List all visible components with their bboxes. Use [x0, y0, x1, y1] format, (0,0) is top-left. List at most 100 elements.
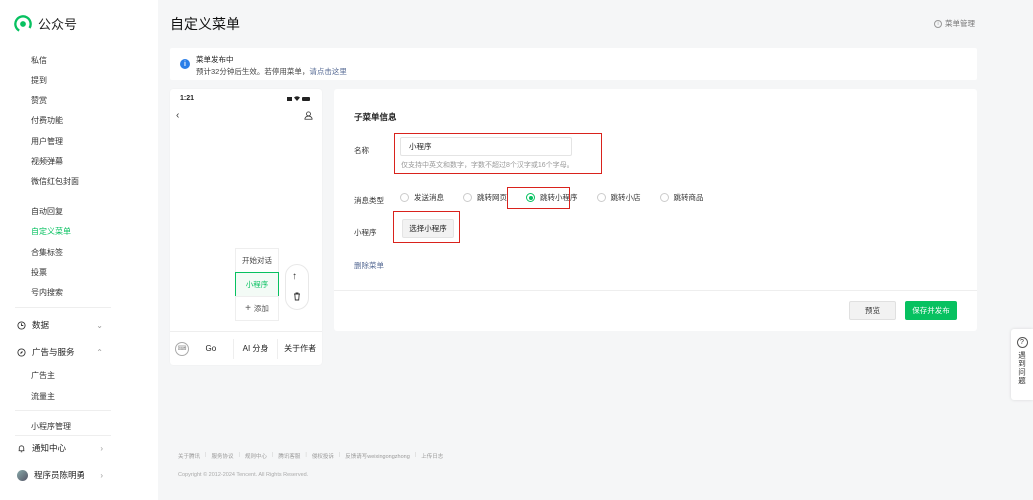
- page-title: 自定义菜单: [170, 16, 240, 32]
- footer-link[interactable]: 关于腾讯: [178, 452, 200, 460]
- footer-separator: |: [305, 452, 307, 458]
- sidebar-item-in-account-search[interactable]: 号内搜索: [31, 287, 63, 298]
- phone-menu-bar: ⌨ Go AI 分身 关于作者: [170, 331, 322, 365]
- phone-time: 1:21: [180, 95, 195, 102]
- radio-jump-shop[interactable]: 跳转小店: [596, 192, 641, 203]
- sidebar-item-rewards[interactable]: 赞赏: [31, 95, 47, 106]
- section-title: 子菜单信息: [354, 112, 397, 122]
- question-icon: ?: [1016, 337, 1028, 348]
- message-type-label: 消息类型: [354, 196, 384, 205]
- radio-label: 发送消息: [414, 193, 444, 202]
- sidebar-item-user-management[interactable]: 用户管理: [31, 136, 63, 147]
- footer-link[interactable]: 侵权投诉: [312, 452, 334, 460]
- radio-circle: [463, 193, 472, 202]
- submenu-list: 开始对话 小程序 + 添加: [235, 248, 279, 321]
- delete-menu-link[interactable]: 删除菜单: [354, 260, 384, 271]
- signal-icon: [287, 96, 292, 101]
- sidebar-item-private-message[interactable]: 私信: [31, 55, 47, 66]
- plus-icon: +: [245, 303, 251, 314]
- add-submenu-label: 添加: [253, 304, 269, 313]
- radio-jump-webpage[interactable]: 跳转网页: [463, 192, 507, 203]
- sidebar-item-paid-features[interactable]: 付费功能: [31, 115, 63, 126]
- menu-manage-label: 菜单管理: [945, 19, 975, 28]
- sidebar-item-custom-menu[interactable]: 自定义菜单: [31, 226, 71, 237]
- wifi-icon: [294, 96, 300, 101]
- sidebar-item-mentions[interactable]: 提到: [31, 75, 47, 86]
- footer-separator: |: [271, 452, 274, 458]
- notice-desc: 预计32分钟后生效。若停用菜单，请点击这里: [196, 66, 347, 77]
- chevron-right-icon: ›: [100, 470, 103, 480]
- sidebar-item-mini-program-management[interactable]: 小程序管理: [31, 421, 71, 432]
- sidebar-group-ads[interactable]: 广告与服务 ⌃: [17, 346, 103, 358]
- sidebar-item-advertiser[interactable]: 广告主: [31, 370, 55, 381]
- sidebar-group-account[interactable]: 程序员陈明勇 ›: [17, 469, 103, 481]
- footer-link[interactable]: 服务协议: [211, 452, 233, 460]
- sidebar-item-votes[interactable]: 投票: [31, 267, 47, 278]
- app-name: 公众号: [38, 17, 78, 32]
- sidebar-item-auto-reply[interactable]: 自动回复: [31, 206, 63, 217]
- user-profile-icon[interactable]: [304, 111, 313, 120]
- radio-jump-product[interactable]: 跳转商品: [659, 192, 704, 203]
- publish-notice: i 菜单发布中 预计32分钟后生效。若停用菜单，请点击这里: [170, 48, 977, 80]
- chevron-right-icon: ›: [100, 443, 103, 453]
- menu-item-ai-avatar[interactable]: AI 分身: [232, 338, 278, 359]
- bell-icon: [18, 444, 25, 452]
- footer-link[interactable]: 上传日志: [421, 452, 443, 460]
- notice-title: 菜单发布中: [196, 55, 234, 64]
- menu-item-go[interactable]: Go: [189, 339, 233, 359]
- clock-icon: [17, 320, 26, 330]
- editor-divider: [334, 290, 977, 291]
- help-label: 遇到问题: [1017, 351, 1027, 385]
- info-icon: i: [934, 19, 942, 28]
- wechat-official-logo-icon: [14, 14, 32, 33]
- account-name: 程序员陈明勇: [34, 470, 86, 480]
- radio-label: 跳转小店: [610, 193, 641, 202]
- footer-link[interactable]: 反馈请写weixingongzhong: [345, 452, 410, 460]
- radio-label: 跳转网页: [477, 193, 507, 202]
- radio-circle: [659, 193, 669, 202]
- avatar: [17, 469, 28, 481]
- footer-separator: |: [414, 452, 417, 458]
- phone-status-bar: [287, 96, 310, 101]
- radio-send-message[interactable]: 发送消息: [400, 192, 444, 203]
- footer-link[interactable]: 规则中心: [245, 452, 267, 460]
- footer-separator: |: [205, 452, 207, 458]
- footer-link[interactable]: 腾讯客服: [278, 452, 300, 460]
- help-floating-button[interactable]: ? 遇到问题: [1011, 329, 1033, 400]
- sidebar-item-red-envelope-cover[interactable]: 微信红包封面: [31, 176, 79, 187]
- footer-links: 关于腾讯 | 服务协议 | 规则中心 | 腾讯客服 | 侵权投诉 | 反馈请写weixin…: [178, 452, 443, 460]
- preview-button[interactable]: 预览: [849, 301, 896, 320]
- chevron-down-icon: ⌄: [96, 320, 103, 330]
- radio-circle: [596, 193, 606, 202]
- sidebar-item-collection-tags[interactable]: 合集标签: [31, 247, 63, 258]
- sidebar-group-data[interactable]: 数据 ⌄: [17, 319, 103, 331]
- submenu-item-start-chat[interactable]: 开始对话: [235, 248, 279, 273]
- disable-menu-link[interactable]: 请点击这里: [309, 67, 347, 76]
- sidebar-divider: [15, 410, 111, 411]
- back-arrow-icon[interactable]: ‹: [176, 110, 179, 121]
- keyboard-icon[interactable]: ⌨: [175, 341, 189, 356]
- sidebar-item-video-comments[interactable]: 视频弹幕: [31, 156, 63, 167]
- logo[interactable]: 公众号: [14, 14, 77, 33]
- radio-circle: [400, 193, 409, 202]
- name-label: 名称: [354, 146, 369, 155]
- chevron-up-icon: ⌃: [96, 347, 103, 357]
- sidebar-group-notifications[interactable]: 通知中心 ›: [17, 442, 103, 454]
- sidebar: 公众号 私信 提到 赞赏 付费功能 用户管理 视频弹幕 微信红包封面 自动回复 …: [0, 0, 158, 500]
- sidebar-group-label: 数据: [32, 320, 50, 330]
- info-icon: i: [180, 59, 190, 69]
- sidebar-group-label: 广告与服务: [32, 347, 75, 357]
- compass-icon: [17, 347, 26, 357]
- highlight-box-mini-program-radio: [507, 187, 570, 209]
- menu-manage-link[interactable]: i 菜单管理: [934, 18, 975, 29]
- phone-preview: 1:21 ‹ 开始对话 小程序 + 添加 ↑ ⌨ Go AI 分身 关于作者: [170, 89, 322, 365]
- battery-icon: [302, 96, 310, 101]
- sidebar-item-publisher[interactable]: 流量主: [31, 391, 55, 402]
- save-publish-button[interactable]: 保存并发布: [905, 301, 957, 320]
- footer-separator: |: [238, 452, 240, 458]
- submenu-item-mini-program[interactable]: 小程序: [235, 272, 279, 297]
- menu-item-about-author[interactable]: 关于作者: [277, 338, 322, 359]
- arrow-up-icon[interactable]: ↑: [292, 271, 297, 282]
- add-submenu-button[interactable]: + 添加: [235, 296, 279, 321]
- trash-icon[interactable]: [292, 291, 302, 301]
